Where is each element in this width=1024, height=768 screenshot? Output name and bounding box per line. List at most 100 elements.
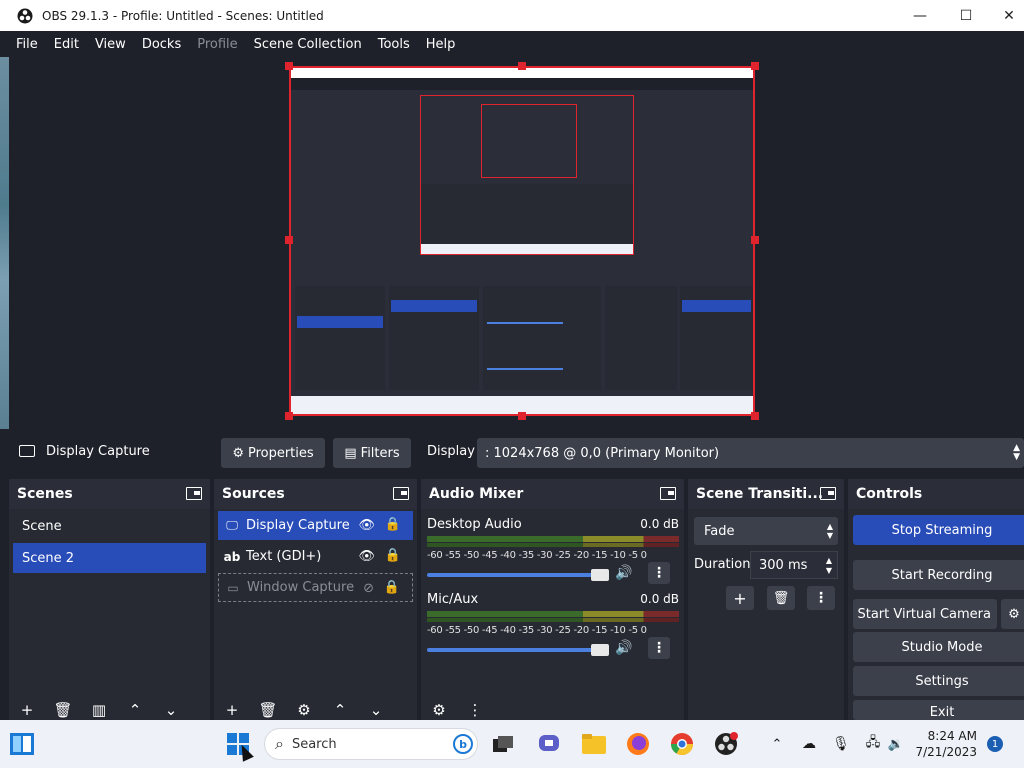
notification-badge[interactable]: 1 xyxy=(987,736,1003,752)
selected-source-name: Display Capture xyxy=(46,444,150,459)
lock-icon[interactable]: 🔒 xyxy=(384,580,400,595)
settings-button[interactable]: Settings xyxy=(853,666,1024,696)
add-transition-button[interactable]: + xyxy=(726,586,754,610)
exit-button[interactable]: Exit xyxy=(853,700,1024,720)
audio-channel: Mic/Aux 0.0 dB -60 -55 -50 -45 -40 -35 -… xyxy=(427,592,679,660)
trash-icon[interactable]: 🗑 xyxy=(250,700,286,720)
firefox-icon[interactable] xyxy=(626,732,650,756)
start-recording-button[interactable]: Start Recording xyxy=(853,560,1024,590)
scene-item[interactable]: Scene 2 xyxy=(13,543,206,573)
speaker-icon[interactable]: 🔊 xyxy=(615,565,632,581)
move-down-icon[interactable]: ⌄ xyxy=(153,700,189,720)
menu-tools[interactable]: Tools xyxy=(370,37,418,52)
file-explorer-icon[interactable] xyxy=(582,732,606,756)
meter-scale: -60 -55 -50 -45 -40 -35 -30 -25 -20 -15 … xyxy=(427,625,647,636)
resize-handle[interactable] xyxy=(751,412,759,420)
volume-meter xyxy=(427,618,679,622)
taskbar: ⌕ Search b ⌃ ☁ 🎙 🖧 🔉 8:24 AM 7/21/2023 1 xyxy=(0,720,1024,768)
chrome-icon[interactable] xyxy=(670,732,694,756)
scene-transitions-header: Scene Transiti... xyxy=(688,479,844,509)
spin-arrows-icon: ▲ ▼ xyxy=(1013,443,1020,462)
trash-icon[interactable]: 🗑 xyxy=(767,586,795,610)
more-options-icon[interactable]: ⋮ xyxy=(457,700,493,720)
menu-profile[interactable]: Profile xyxy=(189,37,245,52)
volume-slider[interactable] xyxy=(427,648,599,652)
source-toolbar: Display Capture ⚙ Properties ▤ Filters D… xyxy=(0,434,1024,472)
stop-streaming-button[interactable]: Stop Streaming xyxy=(853,515,1024,545)
properties-button[interactable]: ⚙ Properties xyxy=(221,438,325,468)
date-text: 7/21/2023 xyxy=(915,745,977,759)
taskbar-search[interactable]: ⌕ Search b xyxy=(264,728,478,760)
eye-icon[interactable]: 👁 xyxy=(358,549,375,564)
eye-icon[interactable]: 👁 xyxy=(358,518,375,533)
source-item[interactable]: ▭ Window Capture ⊘ 🔒 xyxy=(218,573,413,602)
menu-edit[interactable]: Edit xyxy=(46,37,87,52)
onedrive-icon[interactable]: ☁ xyxy=(797,732,821,756)
resize-handle[interactable] xyxy=(751,236,759,244)
minimize-button[interactable]: — xyxy=(897,0,943,31)
add-icon[interactable]: + xyxy=(9,700,45,720)
more-options-icon[interactable]: ⋮ xyxy=(648,637,670,659)
more-options-icon[interactable]: ⋮ xyxy=(807,586,835,610)
source-item[interactable]: 🖵 Display Capture 👁 🔒 xyxy=(218,511,413,540)
chevron-up-icon[interactable]: ⌃ xyxy=(765,732,789,756)
start-virtual-camera-button[interactable]: Start Virtual Camera xyxy=(853,599,997,629)
resize-handle[interactable] xyxy=(518,62,526,70)
volume-icon[interactable]: 🔉 xyxy=(884,732,908,756)
microphone-icon[interactable]: 🎙 xyxy=(829,732,853,756)
volume-slider-thumb[interactable] xyxy=(591,644,609,656)
resize-handle[interactable] xyxy=(518,412,526,420)
resize-handle[interactable] xyxy=(285,236,293,244)
more-options-icon[interactable]: ⋮ xyxy=(648,562,670,584)
eye-hidden-icon[interactable]: ⊘ xyxy=(363,581,374,596)
task-view-icon[interactable] xyxy=(491,732,515,756)
undock-icon[interactable] xyxy=(186,487,202,500)
lock-icon[interactable]: 🔒 xyxy=(385,548,401,563)
undock-icon[interactable] xyxy=(393,487,409,500)
audio-mixer-header: Audio Mixer xyxy=(421,479,684,509)
close-button[interactable]: ✕ xyxy=(986,0,1024,31)
obs-taskbar-icon[interactable] xyxy=(714,732,738,756)
resize-handle[interactable] xyxy=(285,412,293,420)
gear-icon[interactable]: ⚙ xyxy=(421,700,457,720)
nested-menu-bar xyxy=(291,78,753,90)
menu-scene-collection[interactable]: Scene Collection xyxy=(246,37,370,52)
widgets-icon[interactable] xyxy=(10,732,34,756)
menu-docks[interactable]: Docks xyxy=(134,37,189,52)
meter-scale: -60 -55 -50 -45 -40 -35 -30 -25 -20 -15 … xyxy=(427,550,647,561)
volume-slider-thumb[interactable] xyxy=(591,569,609,581)
monitor-icon: 🖵 xyxy=(226,518,238,532)
chat-icon[interactable] xyxy=(537,732,561,756)
clock[interactable]: 8:24 AM 7/21/2023 xyxy=(915,728,977,760)
menu-help[interactable]: Help xyxy=(418,37,464,52)
trash-icon[interactable]: 🗑 xyxy=(45,700,81,720)
speaker-icon[interactable]: 🔊 xyxy=(615,640,632,656)
preview-canvas[interactable] xyxy=(289,66,755,416)
resize-handle[interactable] xyxy=(285,62,293,70)
move-up-icon[interactable]: ⌃ xyxy=(322,700,358,720)
volume-slider[interactable] xyxy=(427,573,599,577)
filters-button[interactable]: ▤ Filters xyxy=(333,438,411,468)
source-item[interactable]: ab Text (GDI+) 👁 🔒 xyxy=(218,542,413,571)
maximize-button[interactable]: ☐ xyxy=(943,0,989,31)
scene-item[interactable]: Scene xyxy=(13,511,206,541)
add-icon[interactable]: + xyxy=(214,700,250,720)
filter-icon: ▤ xyxy=(344,445,357,461)
display-select[interactable]: : 1024x768 @ 0,0 (Primary Monitor) ▲ ▼ xyxy=(477,438,1024,468)
menu-view[interactable]: View xyxy=(87,37,134,52)
undock-icon[interactable] xyxy=(820,487,836,500)
duration-input[interactable]: 300 ms ▲ ▼ xyxy=(750,551,838,579)
undock-icon[interactable] xyxy=(660,487,676,500)
studio-mode-button[interactable]: Studio Mode xyxy=(853,632,1024,662)
move-down-icon[interactable]: ⌄ xyxy=(358,700,394,720)
transition-select[interactable]: Fade ▲ ▼ xyxy=(694,517,838,545)
filters-icon[interactable]: ▥ xyxy=(81,700,117,720)
menu-file[interactable]: File xyxy=(8,37,46,52)
lock-icon[interactable]: 🔒 xyxy=(385,517,401,532)
resize-handle[interactable] xyxy=(751,62,759,70)
spin-arrows-icon[interactable]: ▲ ▼ xyxy=(826,556,832,576)
gear-icon[interactable]: ⚙ xyxy=(1001,599,1024,629)
move-up-icon[interactable]: ⌃ xyxy=(117,700,153,720)
gear-icon[interactable]: ⚙ xyxy=(286,700,322,720)
network-icon[interactable]: 🖧 xyxy=(861,732,885,756)
